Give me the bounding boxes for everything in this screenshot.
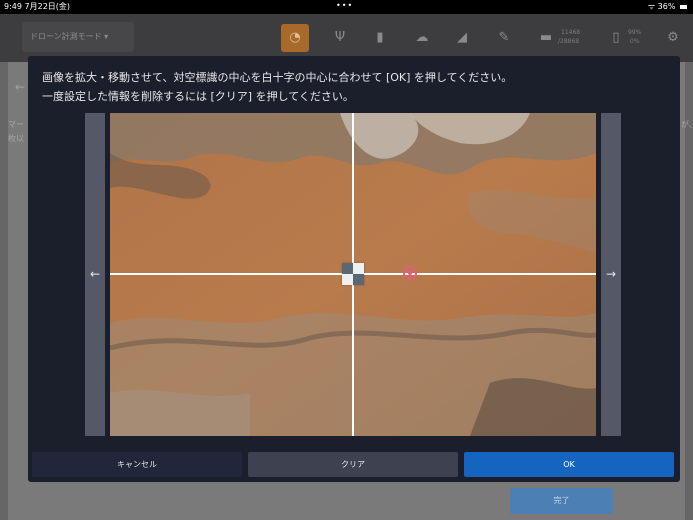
app-toolbar: ドローン計測モード ▾ ◔ Ψ ▮ ☁ ◢ ✎ ▬ 11468 /28868 ▯… <box>0 14 693 62</box>
timer-icon[interactable]: ◔ <box>281 24 309 52</box>
chevron-down-icon: ▾ <box>104 32 109 41</box>
signal-icon[interactable]: ◢ <box>452 28 472 48</box>
storage-icon[interactable]: ▬ <box>536 28 556 48</box>
mode-select-label: ドローン計測モード <box>30 32 102 41</box>
aerial-photo-viewport[interactable] <box>110 113 596 436</box>
wifi-icon: ᯤ <box>647 2 656 11</box>
arrow-left-icon: ← <box>89 267 101 281</box>
drone-battery-icon: ▯ <box>612 30 620 45</box>
status-bar: 9:49 7月22日(金) ••• ᯤ 36% <box>0 0 693 14</box>
sd-card-icon[interactable]: ▮ <box>370 28 390 48</box>
usb-icon[interactable]: Ψ <box>330 28 350 48</box>
back-arrow-icon[interactable]: ← <box>15 80 25 94</box>
storage-total: /28868 <box>558 38 580 45</box>
satellite-icon[interactable]: ✎ <box>494 28 514 48</box>
ok-button[interactable]: OK <box>464 452 674 477</box>
ground-control-marker <box>342 263 364 285</box>
gcp-alignment-dialog: 画像を拡大・移動させて、対空標識の中心を白十字の中心に合わせて [OK] を押し… <box>28 56 680 482</box>
gear-icon[interactable]: ⚙ <box>663 28 683 48</box>
status-time: 9:49 7月22日(金) <box>4 0 70 14</box>
background-text-right: が、 <box>681 120 693 129</box>
cancel-button[interactable]: キャンセル <box>32 452 242 477</box>
pan-right-button[interactable]: → <box>601 113 621 436</box>
target-point-icon <box>403 266 417 280</box>
background-text-left: マー <box>8 120 24 129</box>
storage-used: 11468 <box>561 29 581 36</box>
clear-button[interactable]: クリア <box>248 452 458 477</box>
status-right: ᯤ 36% <box>648 0 687 14</box>
arrow-right-icon: → <box>605 267 617 281</box>
battery-percent: 36% <box>657 2 676 11</box>
status-clock: 9:49 <box>4 2 22 11</box>
screen: 9:49 7月22日(金) ••• ᯤ 36% ドローン計測モード ▾ ◔ Ψ … <box>0 0 693 520</box>
battery-icon <box>680 4 687 9</box>
instruction-line-1: 画像を拡大・移動させて、対空標識の中心を白十字の中心に合わせて [OK] を押し… <box>42 71 513 84</box>
battery-text-1: 99% <box>628 29 642 36</box>
cloud-icon[interactable]: ☁ <box>412 28 432 48</box>
battery-text-2: 0% <box>630 38 640 45</box>
instruction-line-2: 一度設定した情報を削除するには [クリア] を押してください。 <box>42 90 354 103</box>
mode-select[interactable]: ドローン計測モード ▾ <box>22 22 134 52</box>
status-date: 7月22日(金) <box>24 2 71 11</box>
complete-button[interactable]: 完了 <box>510 488 613 514</box>
background-text-left-2: 枚以 <box>8 134 24 143</box>
multitask-dots[interactable]: ••• <box>336 0 353 13</box>
pan-left-button[interactable]: ← <box>85 113 105 436</box>
